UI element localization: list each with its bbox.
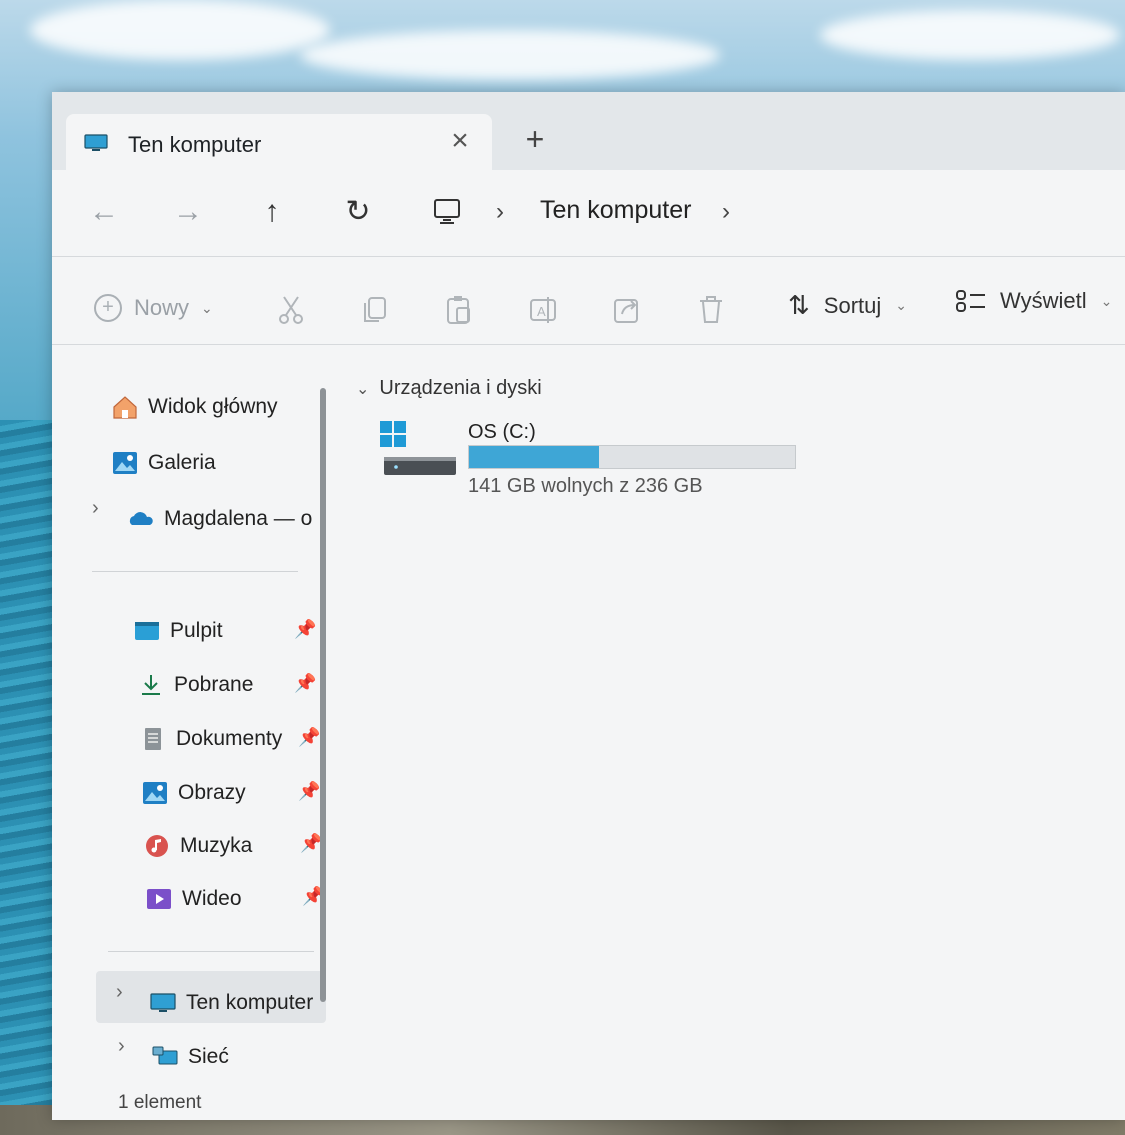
documents-icon [145,728,161,750]
paste-icon[interactable] [444,294,474,326]
group-header-devices[interactable]: ⌄ Urządzenia i dyski [356,377,542,400]
view-button[interactable]: Wyświetl ⌄ [956,288,1112,314]
delete-icon[interactable] [696,294,726,326]
expand-chevron-icon[interactable]: › [118,1035,125,1058]
divider [52,256,1125,257]
sidebar-item-home[interactable]: Widok główny [112,385,278,429]
drive-usage-fill [469,446,600,468]
pin-icon[interactable]: 📌 [300,833,322,853]
drive-name[interactable]: OS (C:) [468,421,536,444]
rename-icon[interactable]: A [528,294,558,326]
sidebar-item-label: Magdalena — o [164,507,313,530]
breadcrumb-chevron-icon[interactable]: › [496,198,504,226]
sidebar-item-label: Pulpit [170,619,223,642]
sidebar-item-label: Ten komputer [186,991,314,1014]
sidebar-item-label: Pobrane [174,673,254,696]
downloads-icon [142,675,160,695]
home-icon [113,396,137,419]
this-pc-icon [150,993,176,1012]
sort-icon: ⇅ [788,290,810,320]
chevron-down-icon: ⌄ [356,380,370,398]
sidebar-item-label: Galeria [148,451,216,474]
back-arrow-icon[interactable]: ← [84,192,124,232]
sidebar-separator [108,951,314,952]
up-arrow-icon[interactable]: ↑ [252,192,292,232]
pin-icon[interactable]: 📌 [298,781,320,801]
monitor-icon [84,134,108,151]
videos-icon [147,889,171,909]
breadcrumb-chevron-icon[interactable]: › [722,198,730,226]
pin-icon[interactable]: 📌 [302,886,324,906]
navigation-pane: Widok główny Galeria › Magdalena — o Pul… [52,345,332,1085]
sidebar-item-this-pc[interactable]: Ten komputer [150,981,313,1025]
share-icon[interactable] [612,294,642,326]
cloud [820,10,1120,60]
music-icon [146,835,168,857]
sidebar-item-label: Widok główny [148,395,278,418]
cloud [300,30,720,80]
plus-circle-icon: + [94,294,122,322]
chevron-down-icon: ⌄ [201,299,213,316]
pin-icon[interactable]: 📌 [294,619,316,639]
view-button-label: Wyświetl [1000,288,1087,313]
pin-icon[interactable]: 📌 [298,727,320,747]
sidebar-scrollbar[interactable] [320,388,326,1002]
group-title: Urządzenia i dyski [379,377,542,399]
navigation-bar: ← → ↑ ↻ › Ten komputer › [52,170,1125,256]
pin-icon[interactable]: 📌 [294,673,316,693]
chevron-down-icon: ⌄ [1100,292,1113,309]
onedrive-icon [129,512,153,525]
desktop-icon [135,622,159,640]
sidebar-item-videos[interactable]: Wideo [146,877,242,921]
expand-chevron-icon[interactable]: › [116,981,123,1004]
sidebar-item-onedrive[interactable]: Magdalena — o [128,497,312,541]
gallery-icon [113,452,137,474]
command-bar: + Nowy ⌄ A ⇅ Sortuj ⌄ Wyświetl ⌄ [52,258,1125,344]
sidebar-separator [92,571,298,572]
sort-button-label: Sortuj [823,292,882,318]
pictures-icon [143,782,167,804]
sort-button[interactable]: ⇅ Sortuj ⌄ [788,290,907,321]
sidebar-item-desktop[interactable]: Pulpit [134,609,223,653]
breadcrumb-this-pc[interactable]: Ten komputer [540,196,691,225]
close-tab-icon[interactable]: × [444,126,476,158]
new-button[interactable]: + Nowy ⌄ [94,294,213,322]
refresh-icon[interactable]: ↻ [338,192,378,232]
status-item-count: 1 element [118,1092,202,1113]
this-pc-address-icon[interactable] [432,198,462,226]
svg-text:A: A [537,304,546,319]
cloud [30,0,330,60]
content-pane: ⌄ Urządzenia i dyski OS (C:) 141 GB woln… [342,345,1125,1085]
drive-c-icon[interactable] [380,421,460,481]
sidebar-item-documents[interactable]: Dokumenty [140,717,282,761]
sidebar-item-label: Wideo [182,887,242,910]
tab-title: Ten komputer [128,132,262,157]
tab-this-pc[interactable]: Ten komputer × [66,114,492,170]
sidebar-item-gallery[interactable]: Galeria [112,441,216,485]
network-icon [152,1046,178,1065]
sidebar-item-downloads[interactable]: Pobrane [138,663,253,707]
sidebar-item-label: Dokumenty [176,727,283,750]
cut-icon[interactable] [276,294,306,326]
new-button-label: Nowy [134,295,190,320]
drive-free-space: 141 GB wolnych z 236 GB [468,475,703,497]
tab-bar: Ten komputer × + [52,92,1125,170]
new-tab-button[interactable]: + [518,122,552,156]
sidebar-item-label: Obrazy [178,781,246,804]
forward-arrow-icon[interactable]: → [168,192,208,232]
file-explorer-window: Ten komputer × + ← → ↑ ↻ › Ten komputer … [52,92,1125,1120]
sidebar-item-label: Muzyka [180,834,253,857]
sidebar-item-network[interactable]: Sieć [152,1035,229,1079]
copy-icon[interactable] [360,294,390,326]
sidebar-item-music[interactable]: Muzyka [144,824,252,868]
drive-usage-bar [468,445,796,469]
chevron-down-icon: ⌄ [895,297,908,313]
sidebar-item-pictures[interactable]: Obrazy [142,771,246,815]
sidebar-item-label: Sieć [188,1045,229,1068]
expand-chevron-icon[interactable]: › [92,497,99,520]
view-list-icon [956,290,985,312]
